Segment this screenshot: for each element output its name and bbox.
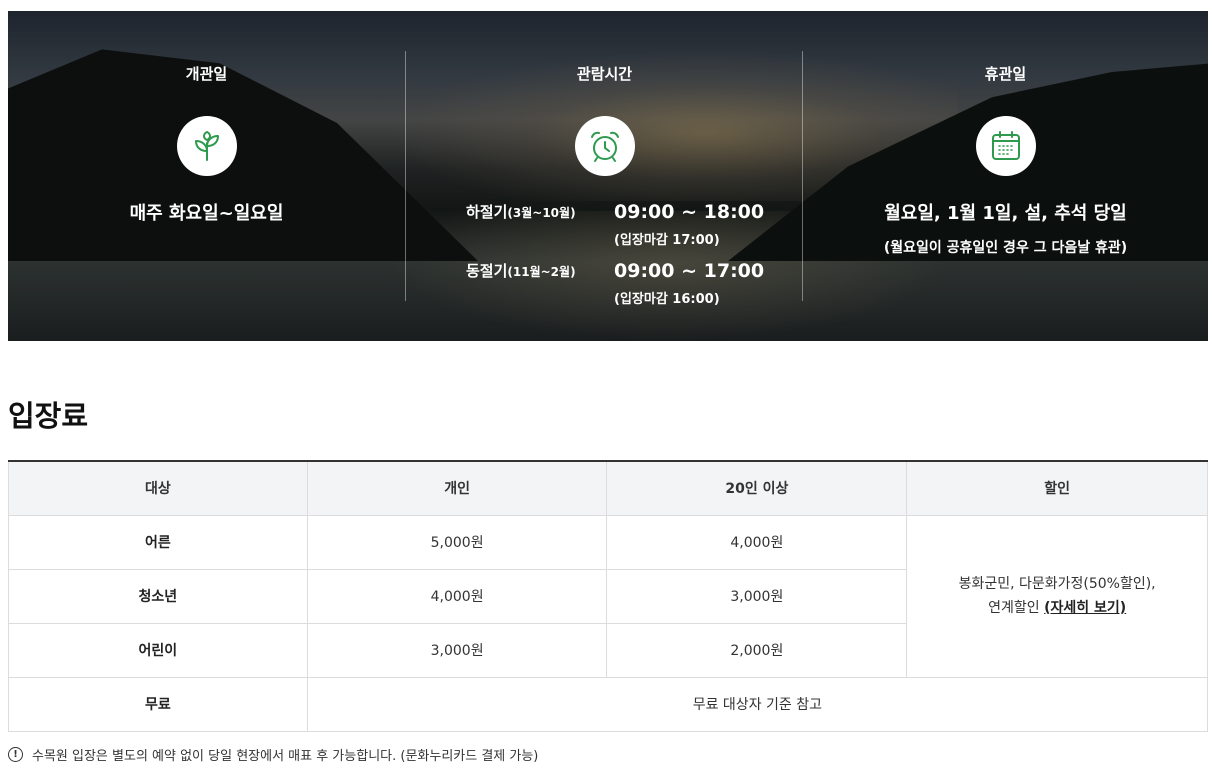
discount-line1: 봉화군민, 다문화가정(50%할인),: [958, 576, 1156, 592]
target-cell: 어린이: [8, 622, 308, 678]
admission-notice: ! 수목원 입장은 별도의 예약 없이 당일 현장에서 매표 후 가능합니다. …: [8, 745, 538, 764]
free-text-cell: 무료 대상자 기준 참고: [306, 676, 1209, 732]
winter-label: 동절기: [466, 262, 508, 280]
individual-fee-cell: 3,000원: [306, 622, 608, 678]
calendar-icon: [975, 116, 1036, 176]
sprout-icon: [176, 116, 237, 176]
summer-hours: 하절기(3월~10월) 09:00 ~ 18:00 (입장마감 17:00): [406, 201, 803, 251]
admission-fee-title: 입장료: [8, 399, 89, 433]
individual-fee-cell: 4,000원: [306, 568, 608, 624]
group-fee-cell: 4,000원: [606, 514, 908, 570]
summer-label: 하절기: [466, 203, 508, 221]
admission-fee-table: 대상 개인 20인 이상 할인 어른 5,000원 4,000원 봉화군민, 다…: [8, 460, 1209, 732]
open-days-heading: 개관일: [185, 65, 228, 83]
discount-cell: 봉화군민, 다문화가정(50%할인), 연계할인 (자세히 보기): [906, 514, 1208, 678]
notice-text: 수목원 입장은 별도의 예약 없이 당일 현장에서 매표 후 가능합니다. (문…: [32, 749, 539, 764]
open-days-column: 개관일 매주 화요일~일요일: [8, 11, 405, 341]
closed-days-text: 월요일, 1월 1일, 설, 추석 당일: [884, 203, 1127, 224]
open-days-text: 매주 화요일~일요일: [129, 203, 284, 224]
group-fee-cell: 3,000원: [606, 568, 908, 624]
header-group: 20인 이상: [606, 461, 908, 516]
summer-period: (3월~10월): [507, 206, 576, 220]
header-discount: 할인: [906, 461, 1208, 516]
target-cell: 청소년: [8, 568, 308, 624]
header-individual: 개인: [306, 461, 608, 516]
winter-hours: 동절기(11월~2월) 09:00 ~ 17:00 (입장마감 16:00): [406, 260, 803, 310]
summer-last-entry: (입장마감 17:00): [614, 233, 720, 248]
discount-line2: 연계할인: [988, 600, 1040, 616]
hours-column: 관람시간 하절기(3월~10월) 09:00 ~ 18:00 (입장마감 17:…: [406, 11, 803, 341]
summer-time: 09:00 ~ 18:00: [614, 201, 765, 223]
table-header-row: 대상 개인 20인 이상 할인: [8, 461, 1208, 516]
alarm-clock-icon: [574, 116, 635, 176]
discount-details-link[interactable]: (자세히 보기): [1044, 600, 1126, 616]
hero-banner: 개관일 매주 화요일~일요일 관람시간 하절기(3월~10월) 09:00 ~ …: [8, 11, 1208, 341]
individual-fee-cell: 5,000원: [306, 514, 608, 570]
hours-heading: 관람시간: [576, 65, 633, 83]
closed-days-column: 휴관일 월요일, 1월 1일, 설, 추석 당일 (월요일이 공휴일인 경우 그…: [803, 11, 1208, 341]
group-fee-cell: 2,000원: [606, 622, 908, 678]
free-label-cell: 무료: [8, 676, 308, 732]
closed-days-heading: 휴관일: [984, 65, 1027, 83]
winter-last-entry: (입장마감 16:00): [614, 292, 720, 307]
winter-time: 09:00 ~ 17:00: [614, 260, 765, 282]
table-row: 어른 5,000원 4,000원 봉화군민, 다문화가정(50%할인), 연계할…: [8, 514, 1208, 678]
closed-days-note: (월요일이 공휴일인 경우 그 다음날 휴관): [883, 240, 1128, 256]
header-target: 대상: [8, 461, 308, 516]
exclamation-circle-icon: !: [8, 747, 23, 762]
winter-period: (11월~2월): [507, 265, 576, 279]
table-row-free: 무료 무료 대상자 기준 참고: [8, 676, 1209, 732]
target-cell: 어른: [8, 514, 308, 570]
